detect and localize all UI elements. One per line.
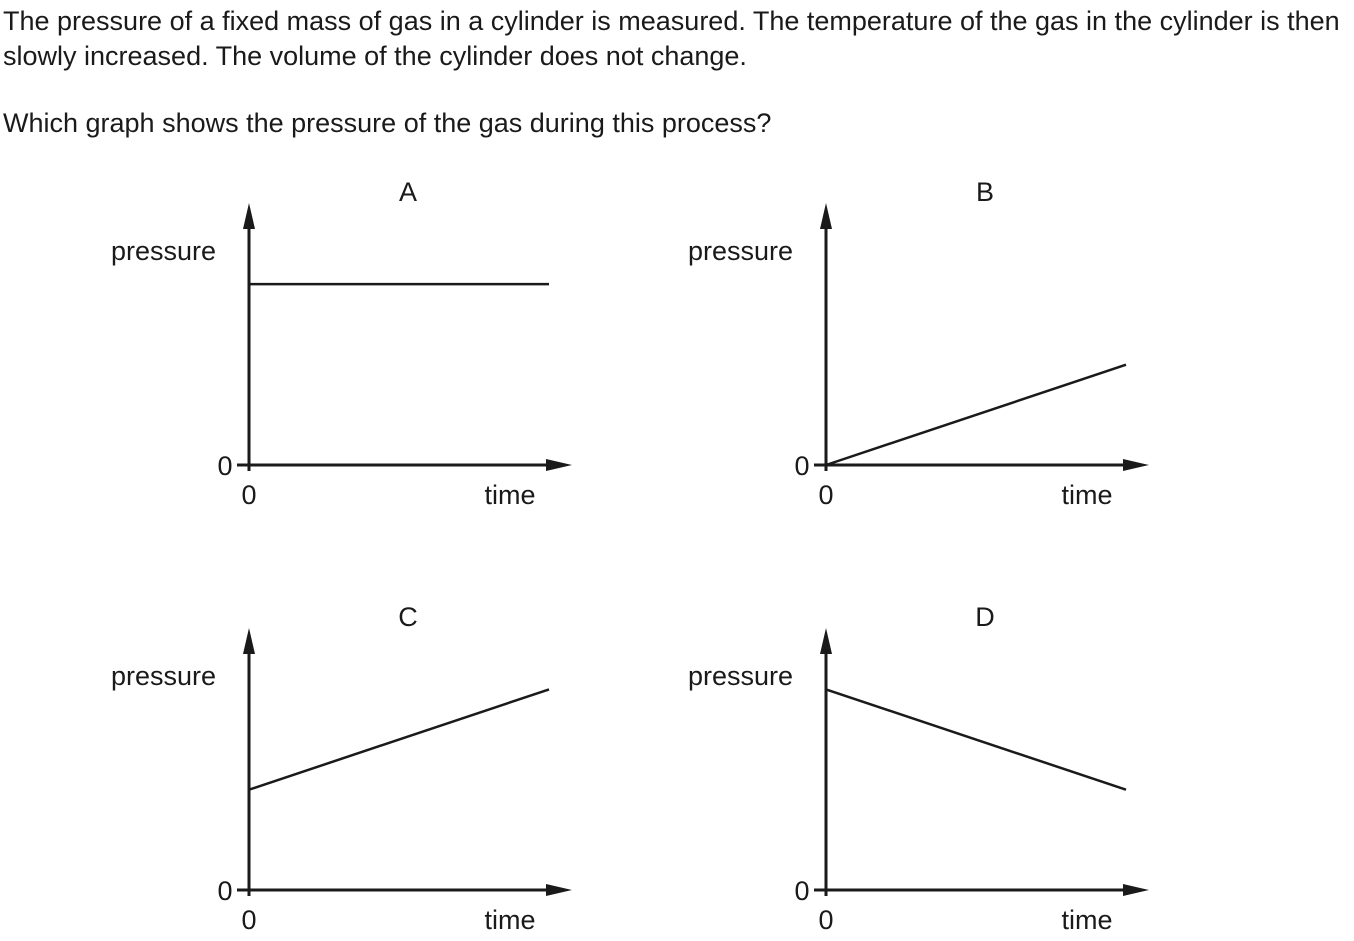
graph-b-x-arrow bbox=[1123, 459, 1149, 471]
graph-d-x-tick-label: 0 bbox=[818, 905, 833, 935]
graph-c-y-label: pressure bbox=[111, 661, 216, 691]
graph-d-y-tick-label: 0 bbox=[794, 876, 809, 906]
graph-d-y-label: pressure bbox=[688, 661, 793, 691]
graph-a-y-tick-label: 0 bbox=[217, 451, 232, 481]
graph-a-x-arrow bbox=[546, 459, 572, 471]
graph-a-title: A bbox=[399, 177, 417, 207]
graph-c-x-arrow bbox=[546, 884, 572, 896]
graph-d-x-label: time bbox=[1061, 905, 1112, 935]
graph-b-y-label: pressure bbox=[688, 236, 793, 266]
graph-a-y-label: pressure bbox=[111, 236, 216, 266]
graph-b-y-tick-label: 0 bbox=[794, 451, 809, 481]
graph-c-data-line bbox=[248, 688, 550, 791]
answer-graphs: Apressuretime00Bpressuretime00Cpressuret… bbox=[111, 177, 1149, 935]
graph-b-x-label: time bbox=[1061, 480, 1112, 510]
graph-c-title: C bbox=[398, 602, 418, 632]
graph-c-y-arrow bbox=[243, 628, 255, 654]
graph-b-y-arrow bbox=[820, 203, 832, 229]
graph-b-x-tick-label: 0 bbox=[818, 480, 833, 510]
graph-a-x-tick-label: 0 bbox=[241, 480, 256, 510]
graph-a-x-label: time bbox=[484, 480, 535, 510]
graph-c-x-tick-label: 0 bbox=[241, 905, 256, 935]
graph-c-y-tick-label: 0 bbox=[217, 876, 232, 906]
graph-b-data-line bbox=[825, 363, 1127, 467]
graph-b-title: B bbox=[976, 177, 994, 207]
graph-d-title: D bbox=[975, 602, 995, 632]
graph-d-data-line bbox=[825, 688, 1127, 791]
graph-a-y-arrow bbox=[243, 203, 255, 229]
graph-d-y-arrow bbox=[820, 628, 832, 654]
graph-c-x-label: time bbox=[484, 905, 535, 935]
graph-d-x-arrow bbox=[1123, 884, 1149, 896]
